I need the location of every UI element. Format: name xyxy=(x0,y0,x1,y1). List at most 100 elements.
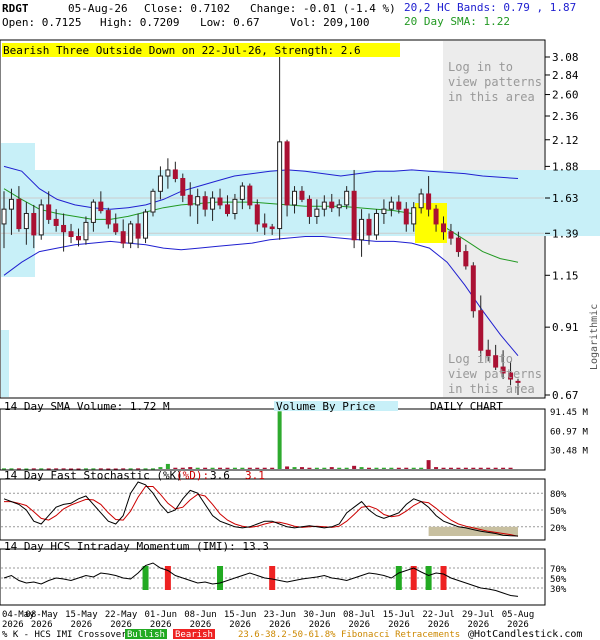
volume-bar xyxy=(307,467,312,469)
x-tick-label: 22-May xyxy=(105,610,138,620)
candle-body xyxy=(336,204,342,209)
volume-bar xyxy=(396,467,401,469)
x-tick-year: 2026 xyxy=(190,620,212,630)
volume-bar xyxy=(508,467,513,469)
candle-body xyxy=(329,201,335,209)
footer-copyright[interactable]: @HotCandlestick.com xyxy=(468,629,582,640)
candle-body xyxy=(403,208,409,225)
candle-body xyxy=(150,190,156,213)
volume-bar xyxy=(493,467,498,469)
login-top-line-1[interactable]: Log in to xyxy=(448,60,513,74)
candle-body xyxy=(321,201,327,210)
header-date: 05-Aug-26 xyxy=(68,2,128,15)
login-bottom-line-2[interactable]: view patterns xyxy=(448,367,542,381)
x-tick-label: 08-May xyxy=(25,610,58,620)
candle-body xyxy=(277,141,283,230)
candle-body xyxy=(463,251,469,267)
candle-body xyxy=(373,212,379,236)
candle-body xyxy=(470,265,476,312)
candle-body xyxy=(269,226,275,230)
candle-body xyxy=(180,177,186,196)
x-tick-label: 15-Jul xyxy=(383,610,416,620)
volume-bar xyxy=(277,411,282,469)
candle-body xyxy=(105,210,111,225)
footer-fib: 23.6-38.2-50-61.8% Fibonacci Retracement… xyxy=(238,630,460,640)
candle-body xyxy=(128,223,134,244)
header-vol: Vol: 209,100 xyxy=(290,16,369,29)
symbol: RDGT xyxy=(2,2,29,15)
candle-body xyxy=(284,141,290,206)
volume-bar xyxy=(367,467,372,469)
price-tick-label: 2.36 xyxy=(552,110,579,123)
volume-bar xyxy=(486,467,491,469)
stoch-tick-label: 80% xyxy=(550,490,567,500)
volume-bar xyxy=(478,467,483,469)
price-tick-label: 2.12 xyxy=(552,134,579,147)
volume-bar xyxy=(419,467,424,469)
login-bottom-line-3[interactable]: in this area xyxy=(448,382,535,396)
candle-body xyxy=(478,310,484,351)
volume-bar xyxy=(374,467,379,469)
candle-body xyxy=(262,223,268,228)
candle-body xyxy=(433,208,439,225)
candle-body xyxy=(1,208,7,225)
volume-panel xyxy=(0,408,546,471)
volume-bar xyxy=(434,467,439,469)
volume-bar xyxy=(471,467,476,469)
volume-bar xyxy=(232,467,237,469)
login-top-line-2[interactable]: view patterns xyxy=(448,75,542,89)
candle-body xyxy=(388,201,394,210)
candle-body xyxy=(46,204,52,220)
login-top-line-3[interactable]: in this area xyxy=(448,90,535,104)
x-tick-label: 08-Jul xyxy=(343,610,376,620)
header-high: High: 0.7209 xyxy=(100,16,179,29)
x-tick-year: 2026 xyxy=(309,620,331,630)
candle-body xyxy=(396,201,402,210)
x-tick-year: 2026 xyxy=(2,620,24,630)
candle-body xyxy=(441,223,447,233)
candle-body xyxy=(366,218,372,236)
imi-tick-label: 50% xyxy=(550,575,567,585)
price-tick-label: 0.67 xyxy=(552,389,579,402)
bullish-crossover-bar xyxy=(425,566,432,590)
candle-body xyxy=(8,198,14,210)
x-tick-label: 08-Jun xyxy=(184,610,217,620)
volume-bar xyxy=(337,467,342,469)
volume-bar xyxy=(411,467,416,469)
imi-tick-label: 70% xyxy=(550,565,567,575)
volume-bar xyxy=(381,467,386,469)
bearish-crossover-bar xyxy=(269,566,276,590)
candle-body xyxy=(210,197,216,210)
price-tick-label: 1.15 xyxy=(552,269,579,282)
stoch-d-value: 3.1 xyxy=(245,469,265,482)
candle-body xyxy=(224,204,230,214)
volume-tick-label: 30.48 M xyxy=(550,447,589,457)
candle-body xyxy=(53,218,59,226)
x-tick-year: 2026 xyxy=(269,620,291,630)
x-tick-label: 23-Jun xyxy=(264,610,297,620)
imi-tick-label: 30% xyxy=(550,585,567,595)
x-tick-label: 15-Jun xyxy=(224,610,257,620)
login-bottom-line-1[interactable]: Log in to xyxy=(448,352,513,366)
candle-body xyxy=(418,193,424,209)
x-tick-year: 2026 xyxy=(71,620,93,630)
stoch-title: 14 Day Fast Stochastic (%K) xyxy=(4,469,183,482)
volume-bar xyxy=(389,467,394,469)
bullish-crossover-bar xyxy=(217,566,224,590)
volume-bar xyxy=(292,467,297,469)
x-tick-year: 2026 xyxy=(31,620,53,630)
candle-body xyxy=(38,204,44,236)
pattern-banner: Bearish Three Outside Down on 22-Jul-26,… xyxy=(3,44,361,57)
candle-body xyxy=(351,190,357,241)
candle-body xyxy=(61,224,67,233)
x-tick-year: 2026 xyxy=(110,620,132,630)
vbp-label: Volume By Price xyxy=(276,400,375,413)
candle-body xyxy=(31,212,37,236)
candle-body xyxy=(23,212,29,230)
volume-bar xyxy=(314,467,319,469)
header-change: Change: -0.01 (-1.4 %) xyxy=(250,2,396,15)
candle-body xyxy=(83,221,89,241)
candle-body xyxy=(239,185,245,200)
footer-bearish: Bearish xyxy=(175,630,213,640)
price-tick-label: 2.60 xyxy=(552,89,579,102)
